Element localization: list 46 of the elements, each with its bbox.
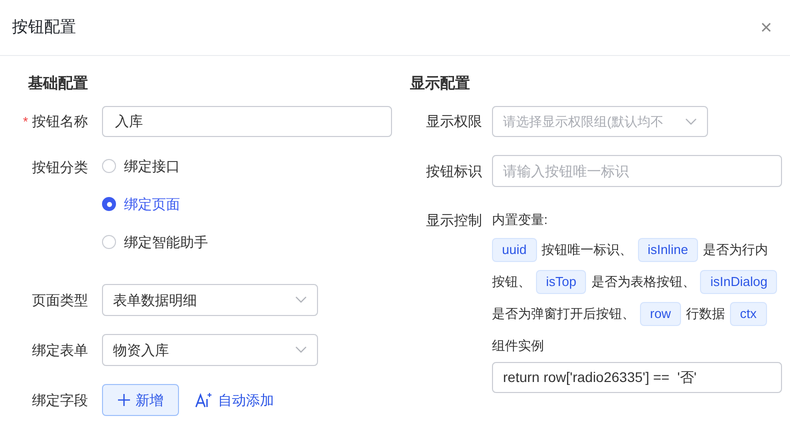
field-label: 绑定字段 <box>32 390 88 410</box>
section-heading: 基础配置 <box>28 74 89 94</box>
auto-add-link[interactable]: 自动添加 <box>195 390 274 410</box>
section-heading: 显示配置 <box>410 74 471 94</box>
chevron-down-icon <box>295 296 307 304</box>
chevron-down-icon <box>295 346 307 354</box>
field-label: 按钮标识 <box>426 162 482 180</box>
select-value: 表单数据明细 <box>113 290 197 310</box>
select-field[interactable]: 物资入库 <box>102 334 318 366</box>
variable-tag: isInDialog <box>700 270 778 294</box>
field-label: 按钮名称 <box>32 112 88 131</box>
text-field[interactable]: 请输入按钮唯一标识 <box>492 155 782 187</box>
description-text: 是否为弹窗打开后按钮、 <box>492 305 635 324</box>
field-label: 显示权限 <box>426 112 482 131</box>
variable-tag: isInline <box>638 238 698 262</box>
add-button[interactable]: 新增 <box>102 384 179 416</box>
field-label: 显示控制 <box>426 211 482 230</box>
description-text: 按钮、 <box>492 273 531 292</box>
radio-label: 绑定接口 <box>124 156 180 176</box>
ai-sparkle-icon <box>195 392 212 408</box>
description-text: 是否为表格按钮、 <box>591 273 696 292</box>
select-value: 物资入库 <box>113 340 169 360</box>
text-field[interactable]: 入库 <box>102 106 392 137</box>
radio-label: 绑定页面 <box>124 194 180 214</box>
description-text: 按钮唯一标识、 <box>542 241 633 260</box>
description-text: 组件实例 <box>492 337 544 356</box>
field-label: 绑定表单 <box>32 340 88 360</box>
description-text: 行数据 <box>686 305 725 324</box>
variable-tag: uuid <box>492 238 537 262</box>
dialog-title: 按钮配置 <box>12 18 76 38</box>
field-label: 页面类型 <box>32 290 88 310</box>
code-field[interactable]: return row['radio26335'] == '否' <box>492 362 782 393</box>
select-placeholder: 请选择显示权限组(默认均不 <box>503 112 664 131</box>
select-field[interactable]: 表单数据明细 <box>102 284 318 316</box>
radio-label: 绑定智能助手 <box>124 232 208 252</box>
chevron-down-icon <box>685 118 697 126</box>
variable-tag: ctx <box>730 302 767 326</box>
field-label: 按钮分类 <box>32 158 88 177</box>
radio-button[interactable] <box>102 197 116 211</box>
required-mark: * <box>22 112 28 131</box>
close-button[interactable]: × <box>760 18 772 38</box>
plus-icon <box>118 394 130 406</box>
description-text: 内置变量: <box>492 211 549 229</box>
variable-tag: row <box>640 302 681 326</box>
description-text: 是否为行内 <box>703 241 768 260</box>
variable-tag: isTop <box>536 270 586 294</box>
